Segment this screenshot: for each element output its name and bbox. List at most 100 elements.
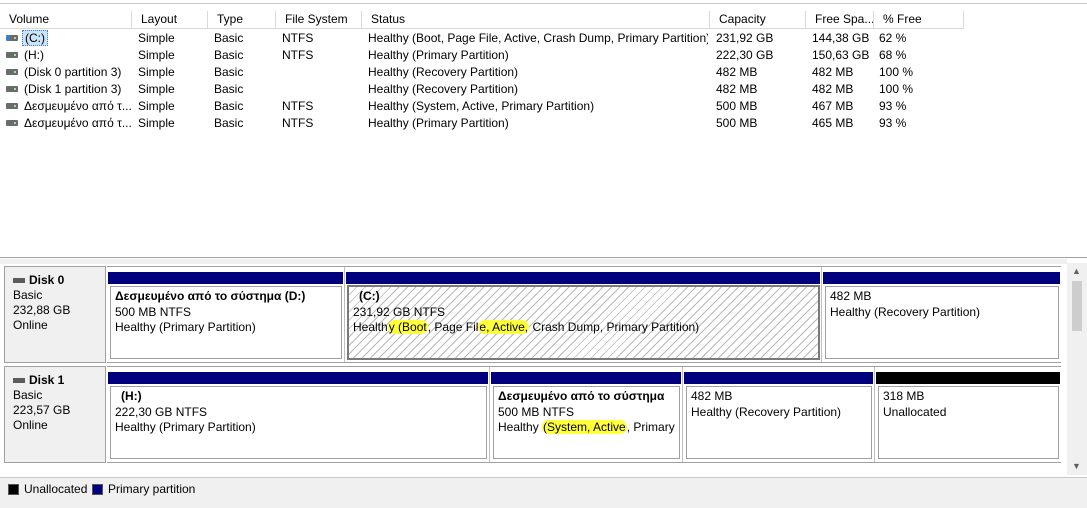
capacity-cell: 500 MB: [716, 116, 758, 130]
free-space-cell: 150,63 GB: [812, 48, 870, 62]
partition-status: Healthy (Recovery Partition): [691, 404, 842, 419]
disk-name: Disk 0: [29, 273, 65, 287]
table-row[interactable]: (C:) Simple Basic NTFS Healthy (Boot, Pa…: [0, 30, 1087, 47]
partition-body: Δεσμευμένο από το σύστημα (D:) 500 MB NT…: [110, 286, 342, 359]
column-header-type[interactable]: Type: [208, 11, 276, 29]
partition-size: 318 MB: [883, 389, 925, 403]
table-row[interactable]: (Disk 0 partition 3) Simple Basic Health…: [0, 64, 1087, 81]
partition-status: Unallocated: [883, 404, 947, 419]
partition-size: 482 MB: [691, 389, 733, 403]
status-cell: Healthy (System, Active, Primary Partiti…: [368, 99, 595, 113]
table-row[interactable]: Δεσμευμένο από τ... Simple Basic NTFS He…: [0, 115, 1087, 132]
volume-name: (Disk 0 partition 3): [24, 65, 122, 79]
partition-size: 500 MB NTFS: [115, 304, 192, 319]
highlight-mark: e, Active,: [478, 320, 530, 334]
layout-cell: Simple: [138, 99, 175, 113]
volume-name: Δεσμευμένο από τ...: [24, 99, 132, 113]
layout-cell: Simple: [138, 48, 175, 62]
disk-1-partitions: (H:) 222,30 GB NTFS Healthy (Primary Par…: [107, 366, 1061, 463]
column-header-layout[interactable]: Layout: [132, 11, 208, 29]
partition-body: 482 MB Healthy (Recovery Partition): [825, 286, 1059, 359]
free-space-cell: 465 MB: [812, 116, 854, 130]
column-header-capacity[interactable]: Capacity: [710, 11, 806, 29]
partition-recovery-0[interactable]: 482 MB Healthy (Recovery Partition): [822, 267, 1061, 362]
partition-body: 482 MB Healthy (Recovery Partition): [686, 386, 872, 459]
scroll-down-icon[interactable]: ▼: [1072, 462, 1081, 471]
column-header-volume[interactable]: Volume: [0, 11, 132, 29]
scroll-thumb[interactable]: [1072, 281, 1082, 331]
status-cell: Healthy (Primary Partition): [368, 116, 509, 130]
partition-title: Δεσμευμένο από το σύστημα: [498, 389, 665, 403]
legend-unallocated: Unallocated: [8, 482, 87, 496]
column-header-status[interactable]: Status: [362, 11, 710, 29]
percent-free-cell: 100 %: [879, 65, 914, 79]
percent-free-cell: 93 %: [879, 99, 907, 113]
fs-cell: NTFS: [282, 116, 314, 130]
disk-map-scrollbar[interactable]: ▲ ▼: [1067, 263, 1087, 475]
system-drive-icon: [6, 35, 18, 41]
partition-unallocated[interactable]: 318 MB Unallocated: [875, 367, 1061, 462]
partition-header: [684, 372, 873, 384]
disk-1-label[interactable]: Disk 1 Basic 223,57 GB Online: [4, 366, 106, 463]
fs-cell: NTFS: [282, 48, 314, 62]
layout-cell: Simple: [138, 31, 175, 45]
legend-primary: Primary partition: [92, 482, 195, 496]
partition-recovery-1[interactable]: 482 MB Healthy (Recovery Partition): [683, 367, 875, 462]
type-cell: Basic: [214, 99, 244, 113]
partition-body: (H:) 222,30 GB NTFS Healthy (Primary Par…: [110, 386, 487, 459]
disk-state: Online: [13, 418, 48, 432]
partition-size: 231,92 GB NTFS: [353, 304, 446, 319]
partition-status: Healthy (Primary Partition): [115, 320, 256, 334]
column-header-free-space[interactable]: Free Spa...: [806, 11, 874, 29]
primary-swatch: [92, 483, 103, 495]
disk-0-label[interactable]: Disk 0 Basic 232,88 GB Online: [4, 266, 106, 363]
highlight-mark: y (Boot: [387, 320, 428, 334]
free-space-cell: 482 MB: [812, 65, 854, 79]
status-cell: Healthy (Recovery Partition): [368, 65, 519, 79]
disk-name: Disk 1: [29, 373, 65, 387]
disk-icon: [13, 378, 25, 383]
type-cell: Basic: [214, 31, 244, 45]
partition-header: [108, 372, 488, 384]
volume-name: (Disk 1 partition 3): [24, 82, 122, 96]
disk-icon: [13, 278, 25, 283]
percent-free-cell: 68 %: [879, 48, 907, 62]
legend-bar: Unallocated Primary partition: [0, 477, 1087, 508]
partition-body-selected: (C:) 231,92 GB NTFS Healthy (Boot, Page …: [347, 285, 820, 360]
fs-cell: NTFS: [282, 99, 314, 113]
status-cell: Healthy (Primary Partition): [368, 48, 509, 62]
partition-system[interactable]: Δεσμευμένο από το σύστημα 500 MB NTFS He…: [490, 367, 683, 462]
scroll-up-icon[interactable]: ▲: [1072, 267, 1081, 276]
volume-list: Volume Layout Type File System Status Ca…: [0, 0, 1087, 258]
partition-size: 482 MB: [830, 289, 872, 303]
volume-name: Δεσμευμένο από τ...: [24, 116, 132, 130]
partition-h[interactable]: (H:) 222,30 GB NTFS Healthy (Primary Par…: [107, 367, 490, 462]
column-header-percent-free[interactable]: % Free: [874, 11, 964, 29]
free-space-cell: 467 MB: [812, 99, 854, 113]
highlight-mark: (System, Active: [542, 420, 627, 434]
disk-state: Online: [13, 318, 48, 332]
disk-kind: Basic: [13, 288, 43, 302]
capacity-cell: 231,92 GB: [716, 31, 774, 45]
partition-d[interactable]: Δεσμευμένο από το σύστημα (D:) 500 MB NT…: [107, 267, 345, 362]
volume-name: (C:): [22, 30, 48, 46]
volume-name: (H:): [24, 48, 44, 62]
free-space-cell: 144,38 GB: [812, 31, 870, 45]
partition-c[interactable]: (C:) 231,92 GB NTFS Healthy (Boot, Page …: [345, 267, 822, 362]
drive-icon: [6, 120, 18, 126]
table-row[interactable]: (Disk 1 partition 3) Simple Basic Health…: [0, 81, 1087, 98]
type-cell: Basic: [214, 65, 244, 79]
partition-title: (H:): [121, 389, 142, 403]
column-header-file-system[interactable]: File System: [276, 11, 362, 29]
free-space-cell: 482 MB: [812, 82, 854, 96]
percent-free-cell: 62 %: [879, 31, 907, 45]
disk-0-partitions: Δεσμευμένο από το σύστημα (D:) 500 MB NT…: [107, 266, 1061, 363]
capacity-cell: 482 MB: [716, 65, 758, 79]
layout-cell: Simple: [138, 116, 175, 130]
drive-icon: [6, 86, 18, 92]
partition-body: Δεσμευμένο από το σύστημα 500 MB NTFS He…: [493, 386, 680, 459]
drive-icon: [6, 69, 18, 75]
partition-header: [876, 372, 1060, 384]
table-row[interactable]: Δεσμευμένο από τ... Simple Basic NTFS He…: [0, 98, 1087, 115]
table-row[interactable]: (H:) Simple Basic NTFS Healthy (Primary …: [0, 47, 1087, 64]
